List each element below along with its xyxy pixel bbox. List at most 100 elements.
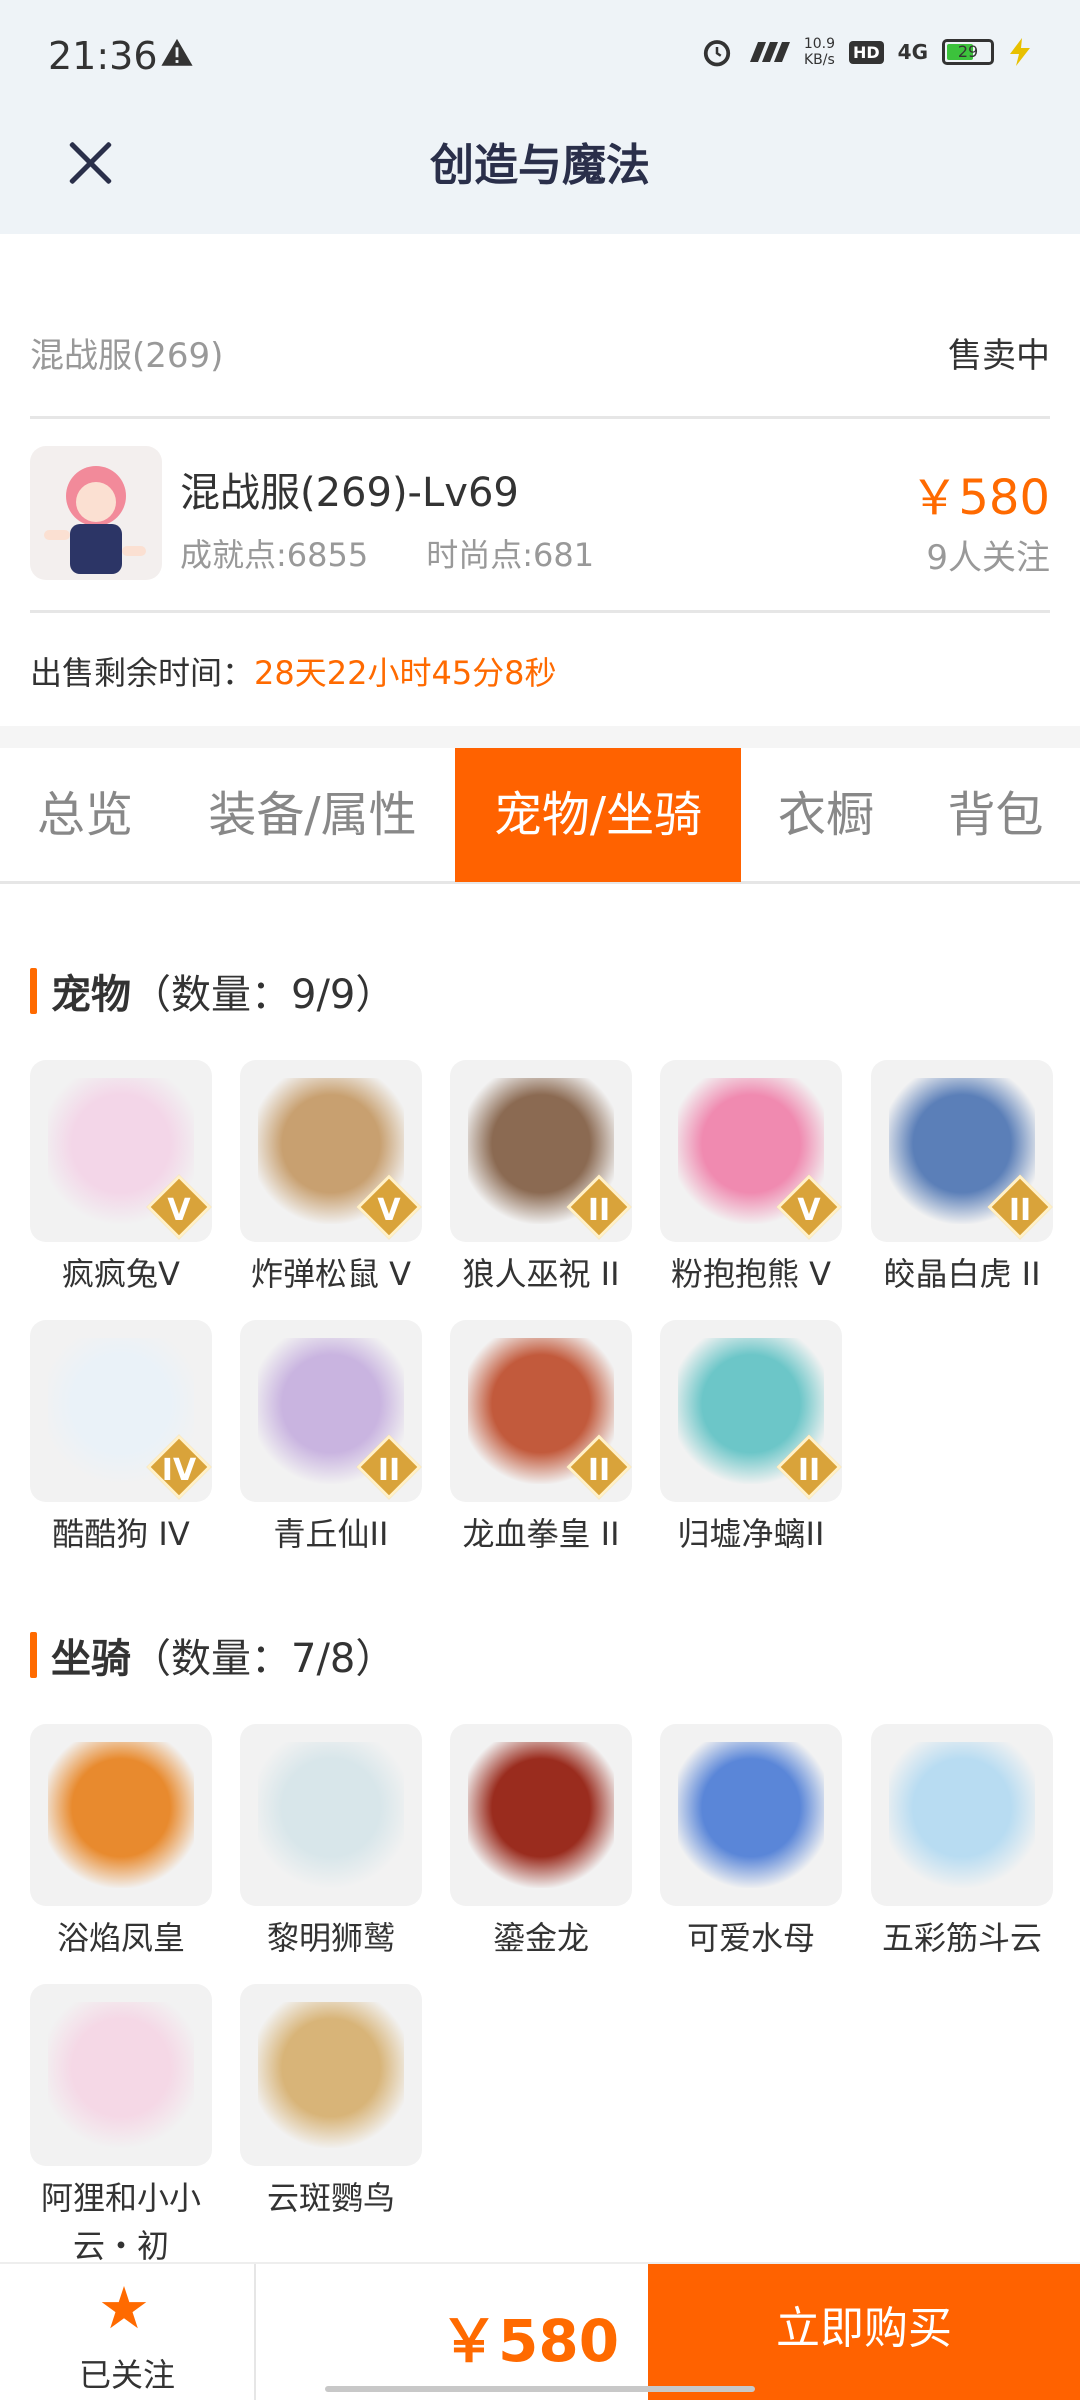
grade-badge-text: V <box>377 1193 401 1228</box>
pet-name: 龙血拳皇 II <box>462 1515 620 1553</box>
grade-badge-text: II <box>587 1193 611 1228</box>
pet-thumbnail: II <box>450 1320 632 1502</box>
alarm-icon <box>703 40 730 67</box>
status-bar: 21:36 10.9 KB/s HD 4G 29 <box>0 0 1080 115</box>
pet-item[interactable]: V 疯疯兔V <box>30 1060 212 1298</box>
follow-label: 已关注 <box>78 2356 175 2394</box>
tab-pets-mounts[interactable]: 宠物/坐骑 <box>455 748 741 882</box>
pets-title: 宠物 <box>51 972 131 1018</box>
mounts-count: （数量：7/8） <box>131 1636 396 1682</box>
mount-item[interactable]: 五彩筋斗云 <box>871 1724 1053 1962</box>
server-row: 混战服(269) 售卖中 <box>30 320 1050 384</box>
achievement-points: 成就点:6855 <box>180 536 369 574</box>
warning-icon <box>161 38 193 66</box>
tab-overview[interactable]: 总览 <box>0 748 170 882</box>
home-indicator[interactable] <box>325 2386 755 2392</box>
app-header: 创造与魔法 <box>0 115 1080 234</box>
pet-thumbnail: II <box>871 1060 1053 1242</box>
charging-icon <box>1010 38 1030 66</box>
pet-thumbnail: V <box>240 1060 422 1242</box>
grade-badge-text: II <box>377 1453 401 1488</box>
follower-count: 9人关注 <box>926 538 1050 578</box>
carrier-icon <box>749 42 790 62</box>
mount-image <box>48 1742 194 1888</box>
pets-section-title: 宠物 （数量：9/9） <box>30 962 395 1020</box>
mount-thumbnail <box>240 1724 422 1906</box>
tab-equipment[interactable]: 装备/属性 <box>170 748 455 882</box>
tab-backpack[interactable]: 背包 <box>911 748 1080 882</box>
star-icon: ★ <box>98 2274 150 2342</box>
character-name: 混战服(269)-Lv69 <box>180 470 519 516</box>
pets-count: （数量：9/9） <box>131 972 396 1018</box>
grade-badge-text: IV <box>161 1453 197 1488</box>
mount-item[interactable]: 可爱水母 <box>660 1724 842 1962</box>
pet-name: 青丘仙II <box>273 1515 389 1553</box>
pet-thumbnail: IV <box>30 1320 212 1502</box>
hd-icon: HD <box>848 40 884 64</box>
pet-item[interactable]: II 狼人巫祝 II <box>450 1060 632 1298</box>
mount-item[interactable]: 云斑鹦鸟 <box>240 1984 422 2222</box>
sale-status: 售卖中 <box>948 335 1050 376</box>
follow-button[interactable]: ★ 已关注 <box>0 2264 256 2400</box>
fashion-points: 时尚点:681 <box>426 536 595 574</box>
pet-thumbnail: II <box>450 1060 632 1242</box>
net-speed: 10.9 KB/s <box>804 36 835 68</box>
pet-item[interactable]: II 归墟净螭II <box>660 1320 842 1558</box>
remaining-time-label: 出售剩余时间： <box>30 654 255 692</box>
grade-badge-text: II <box>587 1453 611 1488</box>
mount-name: 黎明狮鹫 <box>266 1919 395 1957</box>
page-title: 创造与魔法 <box>430 140 650 191</box>
grade-badge-text: II <box>1008 1193 1032 1228</box>
pet-name: 皎晶白虎 II <box>883 1255 1041 1293</box>
pet-name: 归墟净螭II <box>677 1515 825 1553</box>
character-stats: 成就点:6855 时尚点:681 <box>180 530 594 576</box>
mount-item[interactable]: 黎明狮鹫 <box>240 1724 422 1962</box>
mount-name: 阿狸和小小云・初 <box>40 2179 201 2265</box>
character-row[interactable]: 混战服(269)-Lv69 成就点:6855 时尚点:681 ￥580 9人关注 <box>30 446 1050 584</box>
listing-price: ￥580 <box>910 470 1050 526</box>
mount-name: 可爱水母 <box>686 1919 815 1957</box>
grade-badge-text: V <box>167 1193 191 1228</box>
pet-name: 酷酷狗 IV <box>52 1515 190 1553</box>
pet-thumbnail: II <box>660 1320 842 1502</box>
pet-item[interactable]: II 青丘仙II <box>240 1320 422 1558</box>
tab-bar: 总览 装备/属性 宠物/坐骑 衣橱 背包 <box>0 748 1080 884</box>
character-avatar <box>30 446 162 580</box>
mount-thumbnail <box>30 1724 212 1906</box>
buy-now-button[interactable]: 立即购买 <box>648 2264 1080 2400</box>
mounts-title: 坐骑 <box>51 1636 131 1682</box>
pet-item[interactable]: V 炸弹松鼠 V <box>240 1060 422 1298</box>
pet-name: 疯疯兔V <box>62 1255 180 1293</box>
pet-name: 粉抱抱熊 V <box>670 1255 832 1293</box>
pet-item[interactable]: II 皎晶白虎 II <box>871 1060 1053 1298</box>
mount-image <box>48 2002 194 2148</box>
remaining-time: 出售剩余时间：28天22小时45分8秒 <box>30 648 557 694</box>
mount-thumbnail <box>240 1984 422 2166</box>
tab-wardrobe[interactable]: 衣橱 <box>741 748 911 882</box>
battery-icon: 29 <box>942 39 994 65</box>
pet-item[interactable]: IV 酷酷狗 IV <box>30 1320 212 1558</box>
pet-item[interactable]: II 龙血拳皇 II <box>450 1320 632 1558</box>
status-icons: 10.9 KB/s HD 4G 29 <box>702 36 1032 68</box>
mount-thumbnail <box>450 1724 632 1906</box>
mount-item[interactable]: 浴焰凤皇 <box>30 1724 212 1962</box>
pet-item[interactable]: V 粉抱抱熊 V <box>660 1060 842 1298</box>
remaining-time-value: 28天22小时45分8秒 <box>254 654 557 692</box>
mount-image <box>468 1742 614 1888</box>
pet-name: 狼人巫祝 II <box>462 1255 620 1293</box>
mount-item[interactable]: 鎏金龙 <box>450 1724 632 1962</box>
mount-name: 浴焰凤皇 <box>56 1919 185 1957</box>
section-gap <box>0 726 1080 748</box>
divider <box>30 610 1050 613</box>
mount-name: 五彩筋斗云 <box>881 1919 1042 1957</box>
mount-item[interactable]: 阿狸和小小云・初 <box>30 1984 212 2270</box>
mount-name: 云斑鹦鸟 <box>266 2179 395 2217</box>
battery-level: 29 <box>957 42 979 61</box>
mounts-section-title: 坐骑 （数量：7/8） <box>30 1626 395 1684</box>
mount-image <box>678 1742 824 1888</box>
mount-thumbnail <box>871 1724 1053 1906</box>
mount-name: 鎏金龙 <box>492 1919 589 1957</box>
grade-badge-text: II <box>797 1453 821 1488</box>
grade-badge-text: V <box>797 1193 821 1228</box>
divider <box>30 416 1050 419</box>
